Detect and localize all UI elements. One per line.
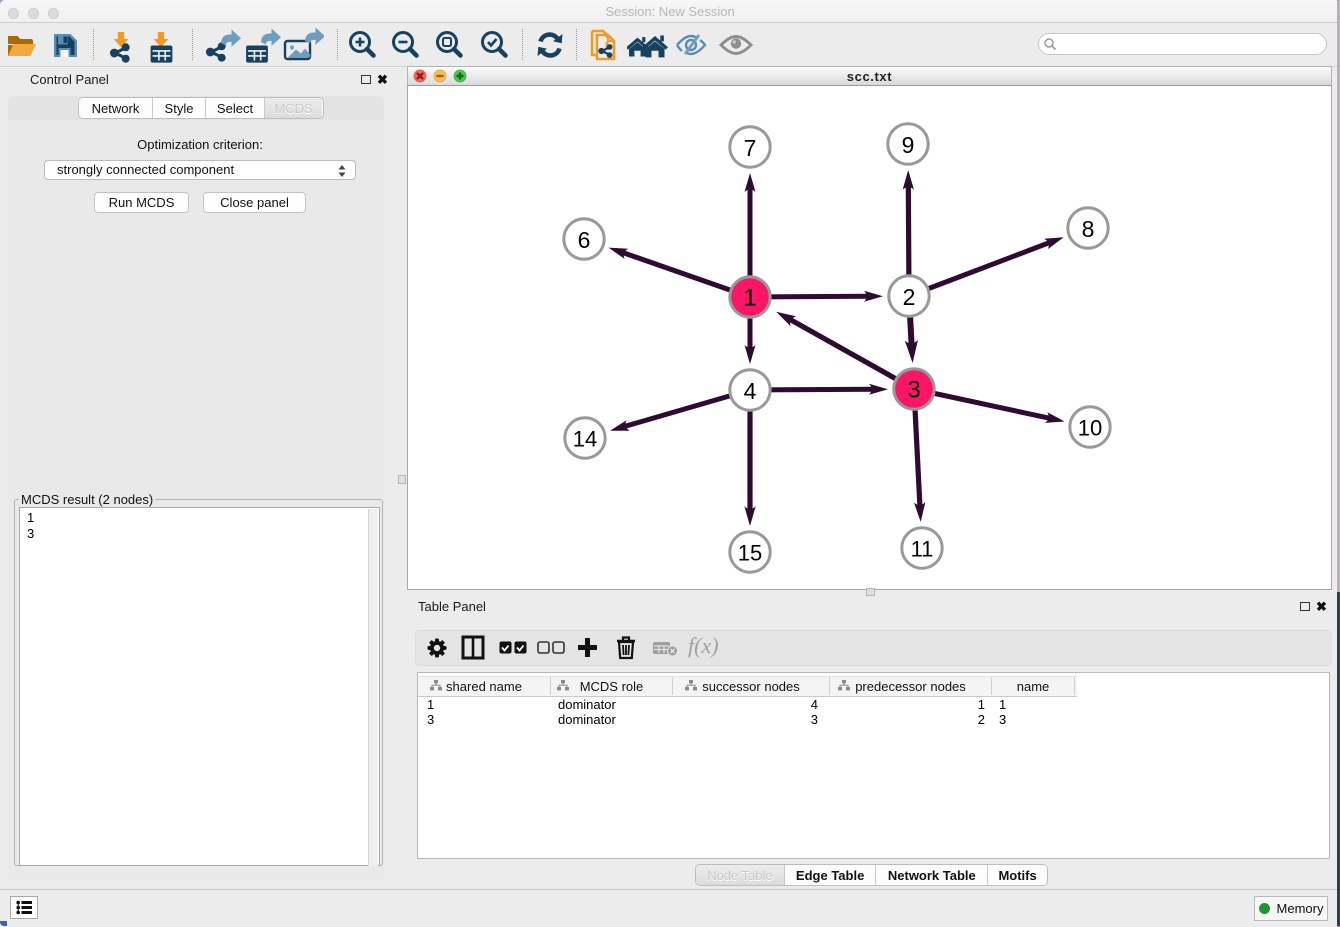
svg-text:6: 6 bbox=[578, 227, 591, 253]
svg-text:1: 1 bbox=[743, 285, 756, 312]
svg-text:11: 11 bbox=[911, 537, 934, 562]
svg-text:3: 3 bbox=[907, 377, 920, 404]
svg-text:15: 15 bbox=[738, 541, 762, 566]
svg-text:8: 8 bbox=[1082, 216, 1095, 242]
svg-text:7: 7 bbox=[744, 135, 757, 161]
svg-text:4: 4 bbox=[744, 378, 757, 404]
svg-text:10: 10 bbox=[1078, 416, 1102, 441]
svg-text:14: 14 bbox=[573, 427, 597, 452]
svg-text:2: 2 bbox=[903, 284, 916, 310]
svg-text:9: 9 bbox=[902, 132, 915, 158]
